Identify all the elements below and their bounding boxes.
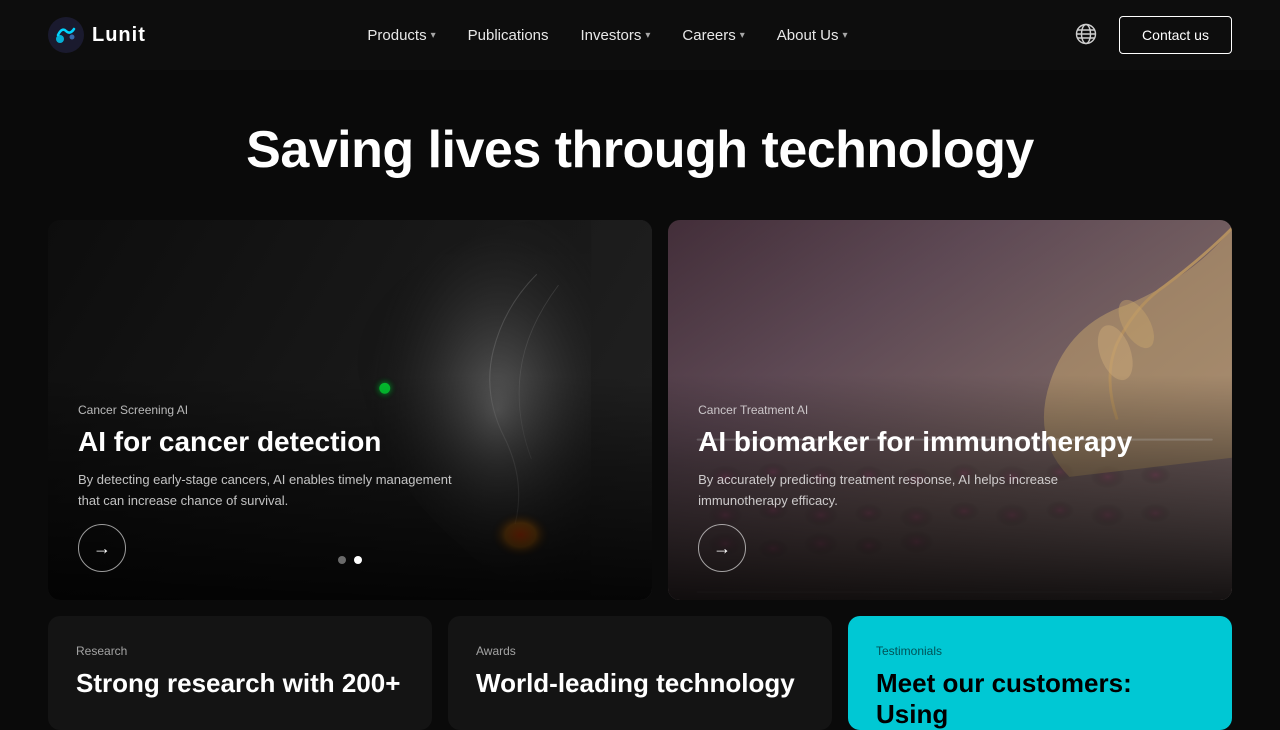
globe-icon: [1075, 23, 1097, 45]
chevron-down-icon: ▾: [645, 30, 650, 41]
bottom-card-title-research: Strong research with 200+: [76, 668, 404, 699]
bottom-card-title-awards: World-leading technology: [476, 668, 804, 699]
nav-links: Products ▾ Publications Investors ▾ Care…: [367, 27, 847, 44]
card-desc-screening: By detecting early-stage cancers, AI ena…: [78, 470, 458, 512]
card-desc-immunotherapy: By accurately predicting treatment respo…: [698, 470, 1078, 512]
bottom-card-title-testimonials: Meet our customers: Using: [876, 668, 1204, 730]
nav-item-products[interactable]: Products ▾: [367, 27, 435, 44]
nav-item-publications[interactable]: Publications: [468, 27, 549, 44]
navbar: Lunit Products ▾ Publications Investors …: [0, 0, 1280, 70]
arrow-button-immunotherapy[interactable]: →: [698, 524, 746, 572]
bottom-card-testimonials[interactable]: Testimonials Meet our customers: Using: [848, 616, 1232, 730]
bottom-card-research[interactable]: Research Strong research with 200+: [48, 616, 432, 730]
dot-2[interactable]: [354, 556, 362, 564]
nav-item-investors[interactable]: Investors ▾: [581, 27, 651, 44]
chevron-down-icon: ▾: [740, 30, 745, 41]
nav-item-careers[interactable]: Careers ▾: [682, 27, 744, 44]
nav-right: Contact us: [1069, 16, 1232, 54]
bottom-card-tag-testimonials: Testimonials: [876, 644, 1204, 658]
arrow-button-screening[interactable]: →: [78, 524, 126, 572]
bottom-row: Research Strong research with 200+ Award…: [0, 600, 1280, 730]
chevron-down-icon: ▾: [431, 30, 436, 41]
logo[interactable]: Lunit: [48, 17, 146, 53]
card-content-screening: Cancer Screening AI AI for cancer detect…: [48, 375, 652, 600]
contact-button[interactable]: Contact us: [1119, 16, 1232, 54]
cards-row: Cancer Screening AI AI for cancer detect…: [0, 220, 1280, 600]
hero-section: Saving lives through technology: [0, 70, 1280, 220]
slide-dots: [338, 556, 362, 564]
logo-text: Lunit: [92, 24, 146, 47]
dot-1[interactable]: [338, 556, 346, 564]
card-title-immunotherapy: AI biomarker for immunotherapy: [698, 425, 1202, 459]
card-title-screening: AI for cancer detection: [78, 425, 622, 459]
bottom-card-tag-awards: Awards: [476, 644, 804, 658]
bottom-card-tag-research: Research: [76, 644, 404, 658]
chevron-down-icon: ▾: [843, 30, 848, 41]
card-tag-immunotherapy: Cancer Treatment AI: [698, 403, 1202, 417]
language-button[interactable]: [1069, 17, 1103, 54]
bottom-card-awards[interactable]: Awards World-leading technology: [448, 616, 832, 730]
card-content-immunotherapy: Cancer Treatment AI AI biomarker for imm…: [668, 375, 1232, 600]
nav-item-aboutus[interactable]: About Us ▾: [777, 27, 848, 44]
card-tag-screening: Cancer Screening AI: [78, 403, 622, 417]
hero-headline: Saving lives through technology: [0, 120, 1280, 180]
card-immunotherapy[interactable]: Cancer Treatment AI AI biomarker for imm…: [668, 220, 1232, 600]
card-cancer-screening[interactable]: Cancer Screening AI AI for cancer detect…: [48, 220, 652, 600]
